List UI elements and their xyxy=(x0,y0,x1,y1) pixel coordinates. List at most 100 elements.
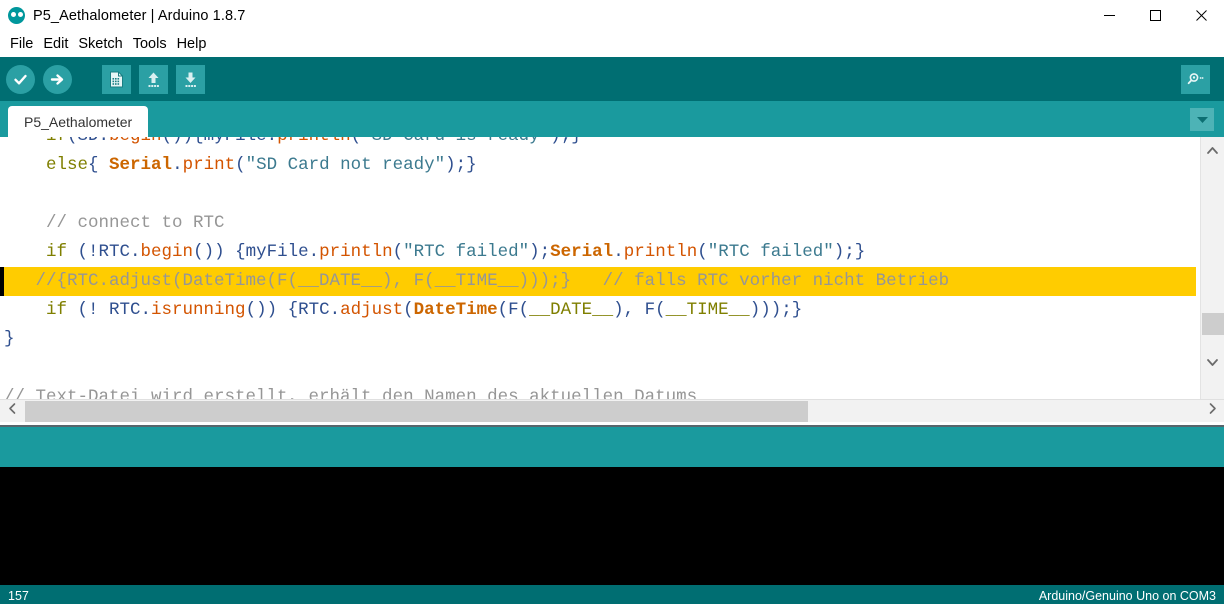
code-token: // Text-Datei wird erstellt, erhält den … xyxy=(4,387,698,399)
code-token: (!RTC. xyxy=(67,242,141,262)
code-token: Serial xyxy=(109,155,173,175)
tab-label: P5_Aethalometer xyxy=(24,113,133,130)
code-line[interactable]: if (! RTC.isrunning()) {RTC.adjust(DateT… xyxy=(0,296,1200,325)
title-bar: P5_Aethalometer | Arduino 1.8.7 xyxy=(0,0,1224,31)
code-token: . xyxy=(172,155,183,175)
toolbar xyxy=(0,57,1224,101)
code-token: if xyxy=(46,300,68,320)
window-controls xyxy=(1086,0,1224,31)
upload-button[interactable] xyxy=(43,64,72,94)
new-document-icon xyxy=(107,70,126,89)
code-token: );} xyxy=(445,155,477,175)
menu-item-help[interactable]: Help xyxy=(172,34,212,54)
code-token: (F( xyxy=(497,300,530,320)
code-token: Serial xyxy=(550,242,614,262)
code-line-highlighted[interactable]: //{RTC.adjust(DateTime(F(__DATE__), F(__… xyxy=(0,267,1196,296)
code-token: ( xyxy=(697,242,708,262)
arduino-logo-icon xyxy=(8,7,25,24)
code-token: println xyxy=(277,137,351,146)
close-button[interactable] xyxy=(1178,0,1224,31)
code-token: if xyxy=(46,242,68,262)
chevron-down-icon xyxy=(1206,354,1219,372)
code-line[interactable]: } xyxy=(0,325,1200,354)
code-token: (! RTC. xyxy=(67,300,152,320)
code-token: ); xyxy=(529,242,551,262)
code-token: adjust xyxy=(340,300,404,320)
arrow-right-circle-icon xyxy=(49,71,66,88)
code-line[interactable]: else{ Serial.print("SD Card not ready");… xyxy=(0,151,1200,180)
code-token: );} xyxy=(833,242,866,262)
open-button[interactable] xyxy=(139,64,168,94)
code-token: ()) {myFile. xyxy=(193,242,320,262)
toolbar-right-group xyxy=(1181,64,1224,94)
scroll-down-button[interactable] xyxy=(1201,351,1224,375)
menu-item-tools[interactable]: Tools xyxy=(128,34,172,54)
scroll-right-button[interactable] xyxy=(1200,400,1224,422)
code-token: { xyxy=(88,155,110,175)
arrow-up-icon xyxy=(144,70,163,89)
code-token: else xyxy=(46,155,89,175)
code-token: println xyxy=(623,242,698,262)
code-token: if xyxy=(46,137,67,146)
minimize-button[interactable] xyxy=(1086,0,1132,31)
checkmark-circle-icon xyxy=(12,71,29,88)
code-token: )));} xyxy=(749,300,803,320)
tab-menu-button[interactable] xyxy=(1190,108,1214,131)
code-editor-area[interactable]: if(SD.begin()){myFile.println("SD Card i… xyxy=(0,137,1224,422)
code-line[interactable]: // connect to RTC xyxy=(0,209,1200,238)
scroll-up-button[interactable] xyxy=(1201,139,1224,163)
scroll-left-button[interactable] xyxy=(0,400,24,422)
code-line[interactable]: // Text-Datei wird erstellt, erhält den … xyxy=(0,383,1200,399)
code-token: DateTime xyxy=(413,300,498,320)
code-token: "RTC failed" xyxy=(707,242,834,262)
line-number-indicator: 157 xyxy=(8,588,29,603)
menu-item-sketch[interactable]: Sketch xyxy=(73,34,127,54)
save-button[interactable] xyxy=(176,64,205,94)
code-line[interactable]: if(SD.begin()){myFile.println("SD Card i… xyxy=(0,137,1200,151)
code-token: (SD. xyxy=(67,137,109,146)
new-button[interactable] xyxy=(102,64,131,94)
toolbar-left-group xyxy=(0,64,205,94)
chevron-right-icon xyxy=(1208,402,1217,420)
maximize-button[interactable] xyxy=(1132,0,1178,31)
code-token: // connect to RTC xyxy=(46,213,225,233)
window-title: P5_Aethalometer | Arduino 1.8.7 xyxy=(33,7,246,24)
code-token: );} xyxy=(550,137,582,146)
arrow-down-icon xyxy=(181,70,200,89)
scroll-thumb-horizontal[interactable] xyxy=(25,401,808,422)
code-editor[interactable]: if(SD.begin()){myFile.println("SD Card i… xyxy=(0,137,1200,399)
code-token: begin xyxy=(109,137,162,146)
code-line[interactable] xyxy=(0,180,1200,209)
menu-item-file[interactable]: File xyxy=(5,34,38,54)
code-token: __TIME__ xyxy=(665,300,750,320)
code-token: isrunning xyxy=(151,300,246,320)
serial-monitor-button[interactable] xyxy=(1181,64,1210,94)
editor-vertical-scrollbar[interactable] xyxy=(1200,137,1224,399)
console-output[interactable] xyxy=(0,467,1224,585)
code-token: ( xyxy=(235,155,246,175)
board-port-indicator: Arduino/Genuino Uno on COM3 xyxy=(1038,588,1216,603)
status-bar: 157 Arduino/Genuino Uno on COM3 xyxy=(0,585,1224,606)
scroll-thumb-vertical[interactable] xyxy=(1202,313,1224,335)
code-line[interactable]: if (!RTC.begin()) {myFile.println("RTC f… xyxy=(0,238,1200,267)
code-token: ), F( xyxy=(613,300,666,320)
code-token: "SD Card is ready" xyxy=(361,137,550,146)
code-text[interactable]: if(SD.begin()){myFile.println("SD Card i… xyxy=(0,137,1200,399)
menu-item-edit[interactable]: Edit xyxy=(38,34,73,54)
code-token: ()) {RTC. xyxy=(245,300,341,320)
editor-horizontal-scrollbar[interactable] xyxy=(0,399,1224,422)
menu-bar: File Edit Sketch Tools Help xyxy=(0,31,1224,57)
code-line[interactable] xyxy=(0,354,1200,383)
code-token: ( xyxy=(351,137,362,146)
code-token: ( xyxy=(403,300,414,320)
code-token: ()){myFile. xyxy=(162,137,278,146)
tab-p5-aethalometer[interactable]: P5_Aethalometer xyxy=(8,106,149,137)
arduino-ide-window: P5_Aethalometer | Arduino 1.8.7 File Edi… xyxy=(0,0,1224,606)
status-strip xyxy=(0,425,1224,467)
verify-button[interactable] xyxy=(6,64,35,94)
